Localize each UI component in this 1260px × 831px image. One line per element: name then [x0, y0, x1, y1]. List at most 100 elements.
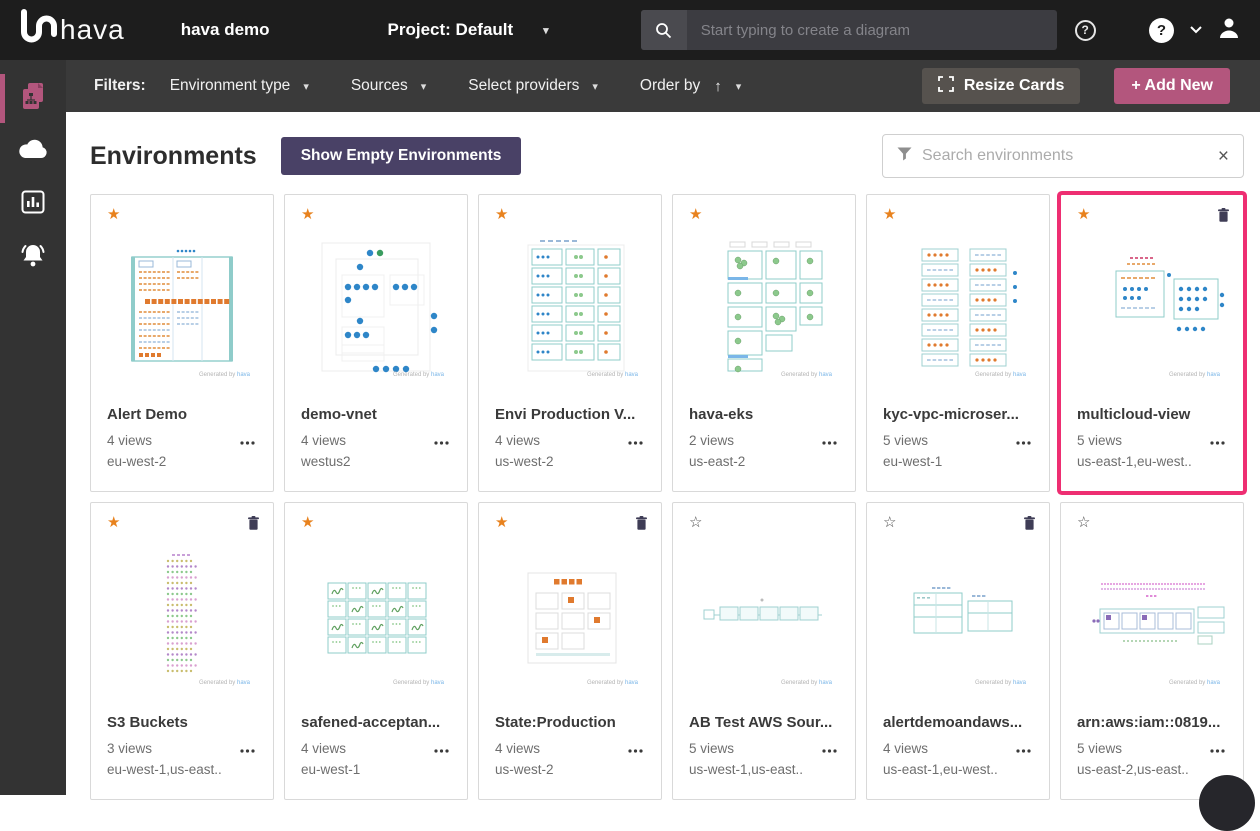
more-options-icon[interactable] — [1014, 431, 1033, 450]
environment-card[interactable]: ★ Generated by hava multicloud-view 5 vi… — [1060, 194, 1244, 492]
environments-grid: ★ Generated by hava Alert Demo 4 views e… — [66, 194, 1260, 800]
diagram-thumbnail[interactable]: Generated by hava — [285, 229, 467, 389]
show-empty-environments-button[interactable]: Show Empty Environments — [281, 137, 522, 175]
views-count: 5 views — [883, 433, 928, 448]
sort-up-icon[interactable]: ↑ — [714, 78, 722, 95]
svg-text:Generated by hava: Generated by hava — [781, 372, 833, 378]
svg-text:Generated by hava: Generated by hava — [975, 372, 1027, 378]
diagram-thumbnail[interactable]: Generated by hava — [479, 229, 661, 389]
chat-button[interactable] — [1199, 775, 1255, 831]
favorite-star-icon[interactable]: ★ — [689, 208, 702, 221]
environment-title: S3 Buckets — [107, 714, 257, 731]
environment-card[interactable]: ★ Generated by hava kyc-vpc-microser... … — [866, 194, 1050, 492]
more-options-icon[interactable] — [820, 739, 839, 758]
diagram-thumbnail[interactable]: Generated by hava — [285, 537, 467, 697]
more-options-icon[interactable] — [432, 431, 451, 450]
environment-card[interactable]: ★ Generated by hava safened-acceptan... … — [284, 502, 468, 800]
diagram-thumbnail[interactable]: Generated by hava — [673, 537, 855, 697]
trash-icon[interactable] — [636, 516, 647, 535]
favorite-star-icon[interactable]: ★ — [495, 516, 508, 529]
favorite-star-icon[interactable]: ★ — [107, 208, 120, 221]
environment-title: AB Test AWS Sour... — [689, 714, 839, 731]
sidebar-item-environments[interactable] — [0, 72, 66, 125]
diagram-thumbnail[interactable]: Generated by hava — [867, 229, 1049, 389]
sidebar-item-stats[interactable] — [0, 178, 66, 231]
environment-card[interactable]: ★ Generated by hava S3 Buckets 3 views e… — [90, 502, 274, 800]
cloud-icon — [18, 138, 48, 165]
trash-icon[interactable] — [1024, 516, 1035, 535]
sidebar-item-alerts[interactable] — [0, 231, 66, 284]
hava-logo[interactable]: hava — [14, 6, 125, 55]
favorite-star-icon[interactable]: ☆ — [689, 516, 702, 529]
order-by-control[interactable]: Order by ↑ ▾ — [640, 77, 741, 95]
favorite-star-icon[interactable]: ★ — [883, 208, 896, 221]
caret-down-icon: ▾ — [592, 80, 598, 93]
caret-down-icon: ▾ — [421, 80, 427, 93]
more-options-icon[interactable] — [1208, 431, 1227, 450]
create-diagram-search[interactable] — [641, 10, 1057, 50]
environment-card[interactable]: ☆ Generated by hava arn:aws:iam::0819...… — [1060, 502, 1244, 800]
diagram-thumbnail[interactable]: Generated by hava — [867, 537, 1049, 697]
logo-text: hava — [60, 14, 125, 46]
help-outline-icon[interactable]: ? — [1075, 20, 1096, 41]
favorite-star-icon[interactable]: ★ — [1077, 208, 1090, 221]
chevron-down-icon[interactable] — [1190, 21, 1202, 39]
svg-text:Generated by hava: Generated by hava — [975, 680, 1027, 686]
more-options-icon[interactable] — [626, 431, 645, 450]
svg-text:Generated by hava: Generated by hava — [393, 680, 445, 686]
help-icon[interactable]: ? — [1149, 18, 1174, 43]
favorite-star-icon[interactable]: ☆ — [883, 516, 896, 529]
diagram-thumbnail[interactable]: Generated by hava — [673, 229, 855, 389]
environment-title: safened-acceptan... — [301, 714, 451, 731]
diagram-thumbnail[interactable]: Generated by hava — [1061, 229, 1243, 389]
svg-text:Generated by hava: Generated by hava — [1169, 372, 1221, 378]
more-options-icon[interactable] — [820, 431, 839, 450]
add-new-button[interactable]: + Add New — [1114, 68, 1230, 104]
more-options-icon[interactable] — [238, 739, 257, 758]
expand-icon — [938, 76, 954, 97]
environment-card[interactable]: ★ Generated by hava State:Production 4 v… — [478, 502, 662, 800]
environment-card[interactable]: ★ Generated by hava demo-vnet 4 views we… — [284, 194, 468, 492]
clear-icon[interactable]: × — [1218, 147, 1229, 166]
resize-cards-button[interactable]: Resize Cards — [922, 68, 1081, 104]
top-bar: hava hava demo Project: Default ▾ ? ? — [0, 0, 1260, 60]
environments-search[interactable]: × — [882, 134, 1244, 178]
diagram-thumbnail[interactable]: Generated by hava — [91, 229, 273, 389]
views-count: 4 views — [495, 741, 540, 756]
user-icon[interactable] — [1218, 17, 1240, 44]
dropdown-select-providers[interactable]: Select providers ▾ — [468, 77, 598, 95]
sidebar-item-sources[interactable] — [0, 125, 66, 178]
dropdown-environment-type[interactable]: Environment type ▾ — [170, 77, 309, 95]
favorite-star-icon[interactable]: ★ — [495, 208, 508, 221]
favorite-star-icon[interactable]: ★ — [107, 516, 120, 529]
views-count: 4 views — [495, 433, 540, 448]
environment-card[interactable]: ★ Generated by hava Alert Demo 4 views e… — [90, 194, 274, 492]
project-selector[interactable]: Project: Default ▾ — [388, 20, 549, 40]
environments-search-input[interactable] — [922, 147, 1208, 165]
filter-funnel-icon — [897, 147, 912, 166]
diagram-thumbnail[interactable]: Generated by hava — [91, 537, 273, 697]
views-count: 2 views — [689, 433, 734, 448]
trash-icon[interactable] — [248, 516, 259, 535]
environment-card[interactable]: ☆ Generated by hava AB Test AWS Sour... … — [672, 502, 856, 800]
environment-card[interactable]: ☆ Generated by hava alertdemoandaws... 4… — [866, 502, 1050, 800]
workspace-name: hava demo — [181, 20, 270, 40]
trash-icon[interactable] — [1218, 208, 1229, 227]
hava-logo-icon — [14, 6, 60, 55]
environment-card[interactable]: ★ Generated by hava hava-eks 2 views us-… — [672, 194, 856, 492]
create-diagram-input[interactable] — [687, 22, 1057, 39]
more-options-icon[interactable] — [1208, 739, 1227, 758]
environment-card[interactable]: ★ Generated by hava Envi Production V...… — [478, 194, 662, 492]
diagram-thumbnail[interactable]: Generated by hava — [479, 537, 661, 697]
filters-label: Filters: — [94, 77, 146, 95]
more-options-icon[interactable] — [626, 739, 645, 758]
favorite-star-icon[interactable]: ★ — [301, 208, 314, 221]
more-options-icon[interactable] — [1014, 739, 1033, 758]
dropdown-sources[interactable]: Sources ▾ — [351, 77, 426, 95]
favorite-star-icon[interactable]: ★ — [301, 516, 314, 529]
more-options-icon[interactable] — [238, 431, 257, 450]
diagram-thumbnail[interactable]: Generated by hava — [1061, 537, 1243, 697]
more-options-icon[interactable] — [432, 739, 451, 758]
favorite-star-icon[interactable]: ☆ — [1077, 516, 1090, 529]
environment-regions: us-east-1,eu-west.. — [1077, 454, 1227, 469]
